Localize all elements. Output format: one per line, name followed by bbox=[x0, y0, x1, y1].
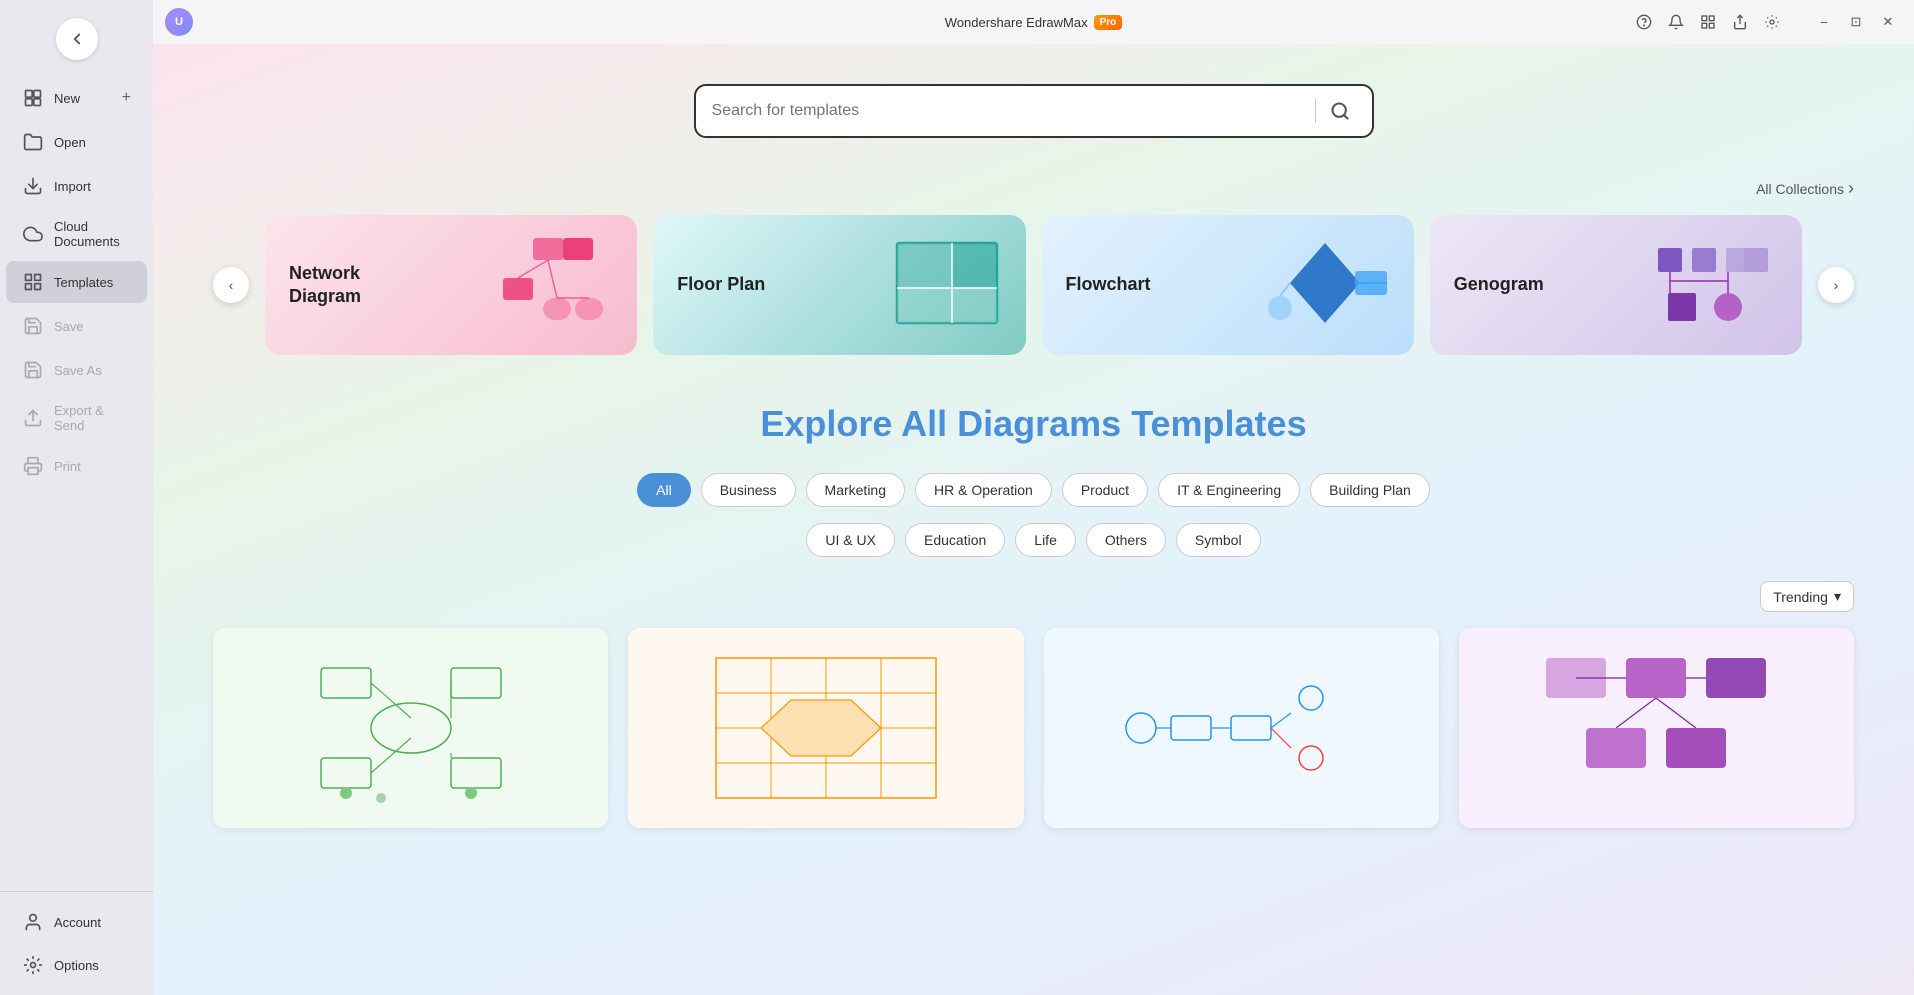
template-grid bbox=[213, 628, 1854, 828]
carousel-card-flowchart[interactable]: Flowchart bbox=[1042, 215, 1414, 355]
help-button[interactable] bbox=[1630, 8, 1658, 36]
filter-tab-ui[interactable]: UI & UX bbox=[806, 523, 895, 557]
sidebar-item-new-label: New bbox=[54, 91, 80, 106]
carousel-card-floor[interactable]: Floor Plan bbox=[653, 215, 1025, 355]
minimize-button[interactable]: − bbox=[1810, 8, 1838, 36]
maximize-button[interactable]: ⊡ bbox=[1842, 8, 1870, 36]
filter-tab-life[interactable]: Life bbox=[1015, 523, 1076, 557]
open-icon bbox=[22, 131, 44, 153]
sidebar-item-print-label: Print bbox=[54, 459, 81, 474]
carousel-card-genogram[interactable]: Genogram bbox=[1430, 215, 1802, 355]
pro-badge: Pro bbox=[1094, 15, 1123, 30]
sidebar-item-templates[interactable]: Templates bbox=[6, 261, 147, 303]
carousel-card-flowchart-label: Flowchart bbox=[1066, 273, 1151, 296]
titlebar-controls: − ⊡ ✕ bbox=[1630, 8, 1902, 36]
sidebar-item-save[interactable]: Save bbox=[6, 305, 147, 347]
template-card-process[interactable] bbox=[1044, 628, 1439, 828]
carousel-items: NetworkDiagram bbox=[265, 215, 1802, 355]
filter-tabs-row1: All Business Marketing HR & Operation Pr… bbox=[213, 473, 1854, 507]
avatar: U bbox=[165, 8, 193, 36]
search-container bbox=[213, 84, 1854, 138]
sidebar-item-export[interactable]: Export & Send bbox=[6, 393, 147, 443]
filter-tab-business[interactable]: Business bbox=[701, 473, 796, 507]
settings-button[interactable] bbox=[1758, 8, 1786, 36]
sidebar-item-import[interactable]: Import bbox=[6, 165, 147, 207]
close-button[interactable]: ✕ bbox=[1874, 8, 1902, 36]
carousel-card-network-label: NetworkDiagram bbox=[289, 262, 361, 309]
filter-tab-hr[interactable]: HR & Operation bbox=[915, 473, 1052, 507]
sort-row: Trending ▾ bbox=[213, 581, 1854, 612]
sidebar-item-account-label: Account bbox=[54, 915, 101, 930]
sidebar-item-export-label: Export & Send bbox=[54, 403, 131, 433]
sidebar-item-save-as[interactable]: Save As bbox=[6, 349, 147, 391]
save-icon bbox=[22, 315, 44, 337]
explore-title: Explore All Diagrams Templates bbox=[213, 403, 1854, 445]
filter-tab-symbol[interactable]: Symbol bbox=[1176, 523, 1261, 557]
templates-icon bbox=[22, 271, 44, 293]
search-button[interactable] bbox=[1324, 95, 1356, 127]
filter-tabs-row2: UI & UX Education Life Others Symbol bbox=[213, 523, 1854, 557]
sidebar-item-templates-label: Templates bbox=[54, 275, 113, 290]
search-input[interactable] bbox=[712, 102, 1307, 120]
all-collections-link[interactable]: All Collections › bbox=[213, 178, 1854, 199]
back-button[interactable] bbox=[56, 18, 98, 60]
main-area: U Wondershare EdrawMax Pro − ⊡ bbox=[153, 0, 1914, 995]
sidebar-item-options-label: Options bbox=[54, 958, 99, 973]
carousel-card-network[interactable]: NetworkDiagram bbox=[265, 215, 637, 355]
filter-tab-it[interactable]: IT & Engineering bbox=[1158, 473, 1300, 507]
filter-tab-education[interactable]: Education bbox=[905, 523, 1005, 557]
template-card-matrix[interactable] bbox=[628, 628, 1023, 828]
apps-button[interactable] bbox=[1694, 8, 1722, 36]
sidebar-item-options[interactable]: Options bbox=[6, 944, 147, 986]
cloud-icon bbox=[22, 223, 44, 245]
carousel-card-flowchart-visual bbox=[1260, 233, 1390, 338]
carousel-card-genogram-visual bbox=[1648, 233, 1778, 338]
sidebar-item-cloud-label: Cloud Documents bbox=[54, 219, 131, 249]
app-title: Wondershare EdrawMax Pro bbox=[945, 15, 1123, 30]
filter-tab-all[interactable]: All bbox=[637, 473, 691, 507]
sidebar-item-new[interactable]: New + bbox=[6, 77, 147, 119]
share-button[interactable] bbox=[1726, 8, 1754, 36]
carousel-card-network-visual bbox=[483, 233, 613, 338]
sidebar-item-open[interactable]: Open bbox=[6, 121, 147, 163]
sidebar-item-cloud[interactable]: Cloud Documents bbox=[6, 209, 147, 259]
carousel-next-button[interactable]: › bbox=[1818, 267, 1854, 303]
filter-tab-marketing[interactable]: Marketing bbox=[806, 473, 905, 507]
sort-select[interactable]: Trending ▾ bbox=[1760, 581, 1854, 612]
template-card-er[interactable] bbox=[213, 628, 608, 828]
account-icon bbox=[22, 911, 44, 933]
sidebar-item-open-label: Open bbox=[54, 135, 86, 150]
filter-tab-building[interactable]: Building Plan bbox=[1310, 473, 1430, 507]
template-card-business[interactable] bbox=[1459, 628, 1854, 828]
carousel-card-floor-visual bbox=[892, 238, 1002, 333]
sidebar-item-account[interactable]: Account bbox=[6, 901, 147, 943]
options-icon bbox=[22, 954, 44, 976]
titlebar-left: U bbox=[165, 8, 193, 36]
export-icon bbox=[22, 407, 44, 429]
carousel-prev-button[interactable]: ‹ bbox=[213, 267, 249, 303]
sidebar-item-save-as-label: Save As bbox=[54, 363, 102, 378]
filter-tab-others[interactable]: Others bbox=[1086, 523, 1166, 557]
sidebar-item-import-label: Import bbox=[54, 179, 91, 194]
template-carousel: ‹ NetworkDiagram bbox=[213, 215, 1854, 355]
titlebar: U Wondershare EdrawMax Pro − ⊡ bbox=[153, 0, 1914, 44]
carousel-card-floor-label: Floor Plan bbox=[677, 273, 765, 296]
filter-tab-product[interactable]: Product bbox=[1062, 473, 1148, 507]
sidebar: New + Open Import Cloud Documents Templa… bbox=[0, 0, 153, 995]
sidebar-item-save-label: Save bbox=[54, 319, 84, 334]
save-as-icon bbox=[22, 359, 44, 381]
notification-button[interactable] bbox=[1662, 8, 1690, 36]
new-plus-icon: + bbox=[122, 89, 131, 107]
search-bar bbox=[694, 84, 1374, 138]
print-icon bbox=[22, 455, 44, 477]
search-divider bbox=[1315, 99, 1316, 123]
carousel-card-genogram-label: Genogram bbox=[1454, 273, 1544, 296]
content-area: All Collections › ‹ NetworkDiagram bbox=[153, 44, 1914, 995]
new-icon bbox=[22, 87, 44, 109]
import-icon bbox=[22, 175, 44, 197]
sidebar-item-print[interactable]: Print bbox=[6, 445, 147, 487]
